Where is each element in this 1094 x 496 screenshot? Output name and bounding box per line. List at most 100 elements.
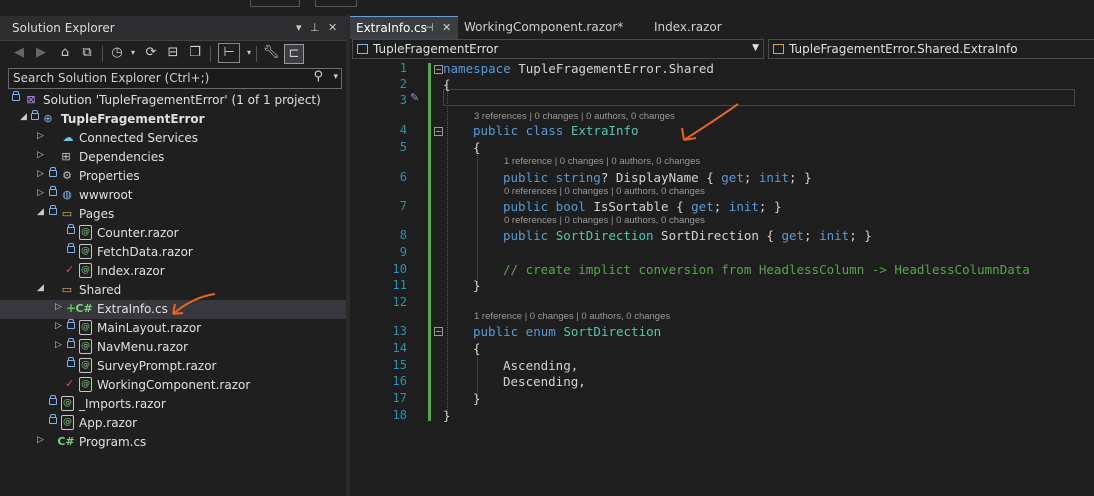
- search-placeholder: Search Solution Explorer (Ctrl+;): [13, 71, 210, 85]
- switch-views-icon[interactable]: ⧉: [78, 44, 96, 62]
- solution-explorer-toolbar: ◀ ▶ ⌂ ⧉ ◷ ▾ ⟳ ⊟ ❐ ⊢ ▾ 🔧︎ ⊏: [0, 42, 346, 66]
- project-dropdown[interactable]: TupleFragementError ▼: [352, 39, 764, 59]
- show-all-files-icon[interactable]: ❐: [186, 44, 204, 62]
- collapsed-icon[interactable]: ▷: [37, 169, 44, 179]
- line-number: 16: [392, 374, 407, 388]
- lock-icon: [31, 110, 39, 120]
- tree-item-counter-razor[interactable]: @ Counter.razor: [0, 224, 346, 243]
- expanded-icon[interactable]: ◢: [37, 207, 44, 217]
- csharp-file-icon: C#: [57, 435, 75, 448]
- quick-actions-brush-icon[interactable]: ✎: [410, 91, 419, 104]
- collapsed-icon[interactable]: ▷: [37, 131, 44, 141]
- tree-item-pages[interactable]: ◢ ▭ Pages: [0, 205, 346, 224]
- tree-item-index-razor[interactable]: ✓ @ Index.razor: [0, 262, 346, 281]
- tree-item-imports-razor[interactable]: @ _Imports.razor: [0, 395, 346, 414]
- collapsed-icon[interactable]: ▷: [37, 150, 44, 160]
- line-number: 12: [392, 295, 407, 309]
- collapse-icon[interactable]: −: [434, 327, 443, 336]
- tree-item-mainlayout-razor[interactable]: ▷ @ MainLayout.razor: [0, 319, 346, 338]
- tree-item-fetchdata-razor[interactable]: @ FetchData.razor: [0, 243, 346, 262]
- line-number: 17: [392, 391, 407, 405]
- collapsed-icon[interactable]: ▷: [55, 321, 62, 331]
- collapsed-icon[interactable]: ▷: [37, 435, 44, 445]
- collapse-all-icon[interactable]: ⊟: [164, 44, 182, 62]
- expanded-icon[interactable]: ◢: [37, 283, 44, 293]
- tree-item-label: Index.razor: [97, 264, 165, 278]
- annotation-arrow: [681, 103, 739, 141]
- line-number: 9: [399, 245, 407, 259]
- tree-item-program-cs[interactable]: ▷ C# Program.cs: [0, 433, 346, 452]
- collapse-icon[interactable]: −: [434, 127, 443, 136]
- member-dropdown[interactable]: TupleFragementError.Shared.ExtraInfo: [768, 39, 1094, 59]
- expanded-icon[interactable]: ◢: [20, 112, 27, 122]
- code-line-11: }: [473, 278, 481, 293]
- preview-selected-items-icon[interactable]: ⊢: [218, 43, 240, 63]
- pin-tab-icon[interactable]: ⊣: [424, 21, 434, 34]
- razor-file-icon: @: [79, 339, 92, 354]
- dropdown-arrow-icon[interactable]: ▾: [296, 21, 302, 34]
- tree-item-surveyprompt-razor[interactable]: @ SurveyPrompt.razor: [0, 357, 346, 376]
- line-number: 3: [399, 93, 407, 107]
- lock-icon: [49, 205, 57, 215]
- tree-item-workingcomponent-razor[interactable]: ✓ @ WorkingComponent.razor: [0, 376, 346, 395]
- tree-item-wwwroot[interactable]: ▷ ◍ wwwroot: [0, 186, 346, 205]
- code-line-14: {: [473, 341, 481, 356]
- pin-icon[interactable]: ⊥: [310, 21, 320, 34]
- tree-item-properties[interactable]: ▷ ⚙ Properties: [0, 167, 346, 186]
- indent-guide: [477, 350, 478, 396]
- top-button-outline: [315, 0, 357, 7]
- tab-workingcomponent-razor[interactable]: WorkingComponent.razor*: [458, 16, 648, 38]
- chevron-down-icon[interactable]: ▾: [333, 72, 338, 82]
- tree-item-solution[interactable]: ⊠ Solution 'TupleFragementError' (1 of 1…: [0, 91, 346, 110]
- search-icon[interactable]: ⚲: [313, 69, 323, 84]
- collapsed-icon[interactable]: ▷: [55, 340, 62, 350]
- dependencies-icon: ⊞: [61, 150, 71, 163]
- forward-icon[interactable]: ▶: [32, 44, 50, 62]
- line-number: 4: [399, 123, 407, 137]
- line-number: 11: [392, 278, 407, 292]
- indent-guide: [477, 150, 478, 286]
- tree-item-project[interactable]: ◢ ⊕ TupleFragementError: [0, 110, 346, 129]
- tree-item-label: Program.cs: [79, 435, 147, 449]
- codelens-references[interactable]: 0 references | 0 changes | 0 authors, 0 …: [504, 186, 705, 197]
- tab-index-razor[interactable]: Index.razor: [648, 16, 756, 38]
- tree-item-label: Counter.razor: [97, 226, 179, 240]
- tab-label: WorkingComponent.razor*: [464, 20, 624, 34]
- razor-file-icon: @: [61, 415, 74, 430]
- code-line-18: }: [443, 408, 451, 423]
- properties-wrench-icon[interactable]: 🔧︎: [262, 44, 280, 62]
- window-top-strip: [0, 0, 1094, 14]
- chevron-down-icon[interactable]: ▾: [124, 44, 142, 62]
- sync-icon[interactable]: ⟳: [142, 44, 160, 62]
- lock-icon: [67, 319, 75, 329]
- code-line-13: public enum SortDirection: [473, 324, 662, 339]
- chevron-down-icon[interactable]: ▼: [752, 43, 759, 53]
- toolbar-separator: [102, 46, 103, 62]
- line-number: 13: [392, 324, 407, 338]
- tree-item-app-razor[interactable]: @ App.razor: [0, 414, 346, 433]
- search-solution-explorer-input[interactable]: Search Solution Explorer (Ctrl+;) ⚲ ▾: [8, 68, 342, 89]
- codelens-references[interactable]: 3 references | 0 changes | 0 authors, 0 …: [474, 111, 675, 122]
- collapsed-icon[interactable]: ▷: [37, 188, 44, 198]
- close-tab-icon[interactable]: ✕: [442, 21, 451, 34]
- tree-item-navmenu-razor[interactable]: ▷ @ NavMenu.razor: [0, 338, 346, 357]
- close-icon[interactable]: ✕: [328, 21, 337, 34]
- line-number: 10: [392, 262, 407, 276]
- collapsed-icon[interactable]: ▷: [55, 302, 62, 312]
- codelens-references[interactable]: 1 reference | 0 changes | 0 authors, 0 c…: [474, 311, 670, 322]
- tab-extrainfo-cs[interactable]: ExtraInfo.cs ⊣ ✕: [350, 16, 458, 39]
- code-line-2: {: [443, 77, 451, 92]
- code-line-1: namespace TupleFragementError.Shared: [443, 61, 714, 76]
- back-icon[interactable]: ◀: [10, 44, 28, 62]
- preview-toggle-icon[interactable]: ⊏: [284, 44, 304, 64]
- razor-file-icon: @: [79, 263, 92, 278]
- home-icon[interactable]: ⌂: [56, 44, 74, 62]
- codelens-references[interactable]: 0 references | 0 changes | 0 authors, 0 …: [504, 215, 705, 226]
- tree-item-label: WorkingComponent.razor: [97, 378, 251, 392]
- code-area[interactable]: − − − ✎ 1 2 3 4 5 6 7 8 9 10 11 12 13 14…: [350, 60, 1094, 496]
- codelens-references[interactable]: 1 reference | 0 changes | 0 authors, 0 c…: [504, 156, 700, 167]
- tree-item-connected-services[interactable]: ▷ ☁ Connected Services: [0, 129, 346, 148]
- tree-item-dependencies[interactable]: ▷ ⊞ Dependencies: [0, 148, 346, 167]
- member-dropdown-label: TupleFragementError.Shared.ExtraInfo: [789, 42, 1018, 56]
- collapse-icon[interactable]: −: [434, 65, 443, 74]
